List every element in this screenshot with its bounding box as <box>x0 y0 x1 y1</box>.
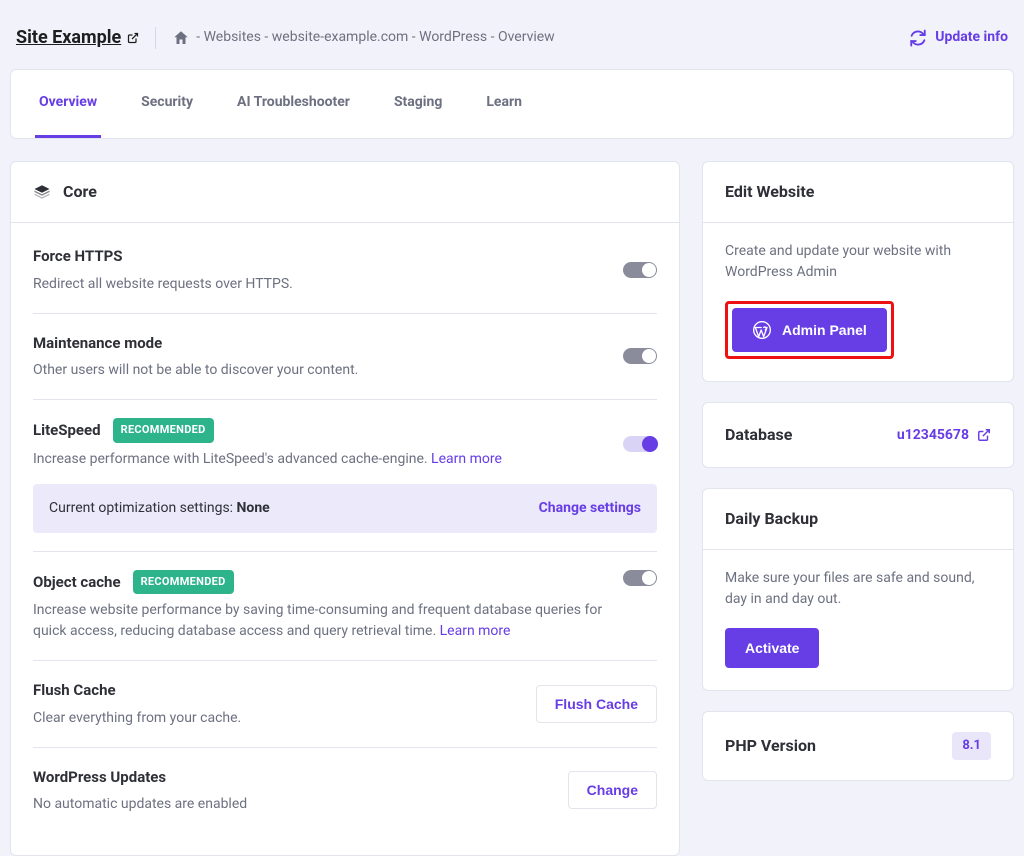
breadcrumb: - Websites - website-example.com - WordP… <box>172 27 554 48</box>
setting-title: Object cache RECOMMENDED <box>33 570 603 595</box>
update-info-label: Update info <box>935 27 1008 48</box>
database-link-text: u12345678 <box>897 425 969 446</box>
core-title: Core <box>63 180 97 204</box>
home-icon[interactable] <box>172 29 190 47</box>
database-title: Database <box>725 423 792 447</box>
tab-label: Security <box>141 94 193 110</box>
layers-icon <box>33 183 51 201</box>
tab-staging[interactable]: Staging <box>390 70 446 138</box>
core-card: Core Force HTTPS Redirect all website re… <box>10 161 680 856</box>
learn-more-link[interactable]: Learn more <box>431 451 502 467</box>
setting-wp-updates: WordPress Updates No automatic updates a… <box>33 748 657 834</box>
external-link-icon <box>977 428 991 442</box>
database-card: Database u12345678 <box>702 402 1014 468</box>
tabs-card: Overview Security AI Troubleshooter Stag… <box>10 69 1014 139</box>
edit-website-header: Edit Website <box>703 162 1013 222</box>
wordpress-icon <box>752 320 772 340</box>
external-link-icon <box>127 32 139 44</box>
setting-title-text: Object cache <box>33 571 121 594</box>
update-info-link[interactable]: Update info <box>909 27 1008 48</box>
setting-title: LiteSpeed RECOMMENDED <box>33 418 603 443</box>
tab-learn[interactable]: Learn <box>482 70 526 138</box>
core-card-header: Core <box>11 162 679 223</box>
admin-panel-label: Admin Panel <box>782 322 867 338</box>
setting-flush-cache: Flush Cache Clear everything from your c… <box>33 661 657 748</box>
card-title: Daily Backup <box>725 507 818 531</box>
setting-desc: No automatic updates are enabled <box>33 794 548 815</box>
page-header: Site Example - Websites - website-exam <box>10 24 1014 69</box>
setting-object-cache: Object cache RECOMMENDED Increase websit… <box>33 552 657 662</box>
admin-panel-highlight: Admin Panel <box>725 301 894 359</box>
setting-title: Force HTTPS <box>33 245 603 268</box>
refresh-icon <box>909 29 927 47</box>
toggle-object-cache[interactable] <box>623 570 657 586</box>
breadcrumb-text: - Websites - website-example.com - WordP… <box>196 27 554 48</box>
tab-ai-troubleshooter[interactable]: AI Troubleshooter <box>233 70 354 138</box>
php-version-title: PHP Version <box>725 734 816 758</box>
setting-title-text: LiteSpeed <box>33 419 101 442</box>
setting-desc: Increase website performance by saving t… <box>33 600 603 642</box>
toggle-maintenance[interactable] <box>623 348 657 364</box>
activate-backup-button[interactable]: Activate <box>725 628 819 668</box>
flush-cache-button[interactable]: Flush Cache <box>536 685 657 723</box>
change-settings-link[interactable]: Change settings <box>539 498 641 519</box>
php-version-card: PHP Version 8.1 <box>702 711 1014 781</box>
setting-title: Maintenance mode <box>33 332 603 355</box>
tab-overview[interactable]: Overview <box>35 70 101 138</box>
learn-more-link[interactable]: Learn more <box>440 623 511 639</box>
edit-website-desc: Create and update your website with Word… <box>725 241 991 283</box>
tab-label: Learn <box>486 94 522 110</box>
tab-label: Staging <box>394 94 442 110</box>
setting-desc: Clear everything from your cache. <box>33 708 516 729</box>
separator <box>155 27 156 49</box>
daily-backup-header: Daily Backup <box>703 489 1013 549</box>
tabs: Overview Security AI Troubleshooter Stag… <box>35 70 989 138</box>
setting-desc: Other users will not be able to discover… <box>33 360 603 381</box>
change-updates-button[interactable]: Change <box>568 771 657 809</box>
setting-litespeed: LiteSpeed RECOMMENDED Increase performan… <box>33 400 657 552</box>
daily-backup-card: Daily Backup Make sure your files are sa… <box>702 488 1014 691</box>
setting-desc: Redirect all website requests over HTTPS… <box>33 274 603 295</box>
toggle-force-https[interactable] <box>623 262 657 278</box>
setting-desc: Increase performance with LiteSpeed's ad… <box>33 449 603 470</box>
setting-force-https: Force HTTPS Redirect all website request… <box>33 227 657 314</box>
setting-title: Flush Cache <box>33 679 516 702</box>
card-title: Edit Website <box>725 180 814 204</box>
tab-label: Overview <box>39 94 97 110</box>
recommended-badge: RECOMMENDED <box>113 418 214 443</box>
tab-security[interactable]: Security <box>137 70 197 138</box>
tab-label: AI Troubleshooter <box>237 94 350 110</box>
daily-backup-desc: Make sure your files are safe and sound,… <box>725 568 991 610</box>
optimization-status: Current optimization settings: None <box>49 498 270 519</box>
optimization-banner: Current optimization settings: None Chan… <box>33 484 657 533</box>
edit-website-card: Edit Website Create and update your webs… <box>702 161 1014 382</box>
site-title-text: Site Example <box>16 24 121 51</box>
setting-title: WordPress Updates <box>33 766 548 789</box>
recommended-badge: RECOMMENDED <box>133 570 234 595</box>
database-link[interactable]: u12345678 <box>897 425 991 446</box>
setting-maintenance: Maintenance mode Other users will not be… <box>33 314 657 401</box>
php-version-badge: 8.1 <box>952 732 991 760</box>
site-title-link[interactable]: Site Example <box>16 24 139 51</box>
toggle-litespeed[interactable] <box>623 436 657 452</box>
admin-panel-button[interactable]: Admin Panel <box>732 308 887 352</box>
